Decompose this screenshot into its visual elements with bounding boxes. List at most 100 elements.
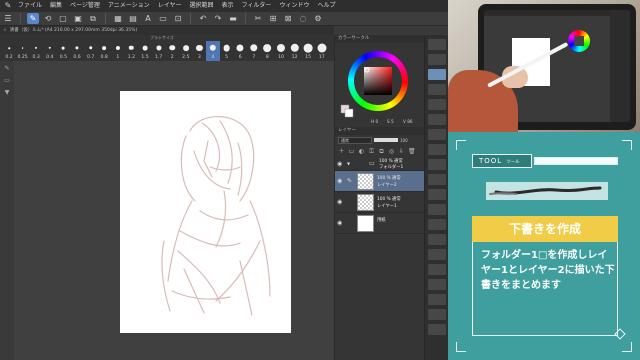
menu-window[interactable]: ウィンドウ (275, 0, 313, 12)
palette-tab[interactable] (428, 84, 446, 95)
menu-icon[interactable]: ☰ (2, 13, 14, 24)
brush-size-option[interactable]: 0.8 (97, 41, 111, 61)
palette-tab[interactable] (428, 204, 446, 215)
copy-icon[interactable]: ⧉ (87, 13, 99, 24)
brush-size-option[interactable]: 8 (260, 41, 274, 61)
redo-icon[interactable]: ↷ (212, 13, 224, 24)
paste-icon[interactable]: ⊞ (267, 13, 279, 24)
folder-expand-icon[interactable]: ▾ (347, 160, 350, 167)
brush-size-option[interactable]: 10 (274, 41, 288, 61)
palette-tab[interactable] (428, 309, 446, 320)
menu-file[interactable]: ファイル (14, 0, 46, 12)
image-icon[interactable]: ▤ (127, 13, 139, 24)
palette-tab[interactable] (428, 99, 446, 110)
layer-icon[interactable]: ▦ (112, 13, 124, 24)
brush-size-option[interactable]: 2 (165, 41, 179, 61)
trash-icon[interactable]: 🗑 (408, 148, 416, 155)
text-icon[interactable]: A (142, 13, 154, 24)
fill-icon[interactable]: ▼ (2, 89, 12, 97)
menu-filter[interactable]: フィルター (238, 0, 276, 12)
brush-size-option[interactable]: 0.2 (2, 41, 16, 61)
brush-size-option[interactable]: 0.5 (56, 41, 70, 61)
opacity-slider[interactable] (374, 138, 398, 142)
undo-icon[interactable]: ↶ (197, 13, 209, 24)
crop-icon[interactable]: ⊠ (282, 13, 294, 24)
pen-tool-icon[interactable]: ✎ (27, 13, 39, 24)
palette-tab[interactable] (428, 324, 446, 335)
ruler-icon[interactable]: ⊡ (172, 13, 184, 24)
menu-help[interactable]: ヘルプ (313, 0, 339, 12)
brush-size-option[interactable]: 0.7 (84, 41, 98, 61)
layer-row-layer2[interactable]: ◉ ✎ 100 % 通常 レイヤー2 (335, 171, 424, 192)
layer-row-layer1[interactable]: ◉ 100 % 通常 レイヤー1 (335, 192, 424, 213)
color-wheel[interactable] (335, 43, 425, 127)
merge-icon[interactable]: ⇩ (398, 148, 405, 155)
mask-icon[interactable]: ◐ (358, 148, 365, 155)
brush-size-option[interactable]: 17 (315, 41, 329, 61)
new-folder-icon[interactable]: ▭ (348, 148, 355, 155)
settings-icon[interactable]: ⚙ (312, 13, 324, 24)
cut-icon[interactable]: ✂ (252, 13, 264, 24)
visibility-eye-icon[interactable]: ◉ (337, 160, 342, 167)
reference-icon[interactable]: ◎ (388, 148, 395, 155)
layer-row-folder[interactable]: ◉ ▾ ▭ 100 % 通常 フォルダー1 (335, 157, 424, 171)
menu-view[interactable]: 表示 (218, 0, 238, 12)
palette-tab[interactable] (428, 129, 446, 140)
menu-page[interactable]: ページ管理 (66, 0, 104, 12)
brush-size-option[interactable]: 1.2 (124, 41, 138, 61)
brush-size-option[interactable]: 0.25 (16, 41, 30, 61)
document-tab[interactable]: × 清書（仮）ルム* (A4 210.00 x 297.00mm 350dpi 3… (0, 26, 334, 35)
menu-selection[interactable]: 選択範囲 (186, 0, 218, 12)
brush-size-option[interactable]: 7 (247, 41, 261, 61)
menu-animation[interactable]: アニメーション (104, 0, 154, 12)
palette-tab[interactable] (428, 174, 446, 185)
new-layer-icon[interactable]: ＋ (338, 148, 345, 155)
blend-mode-select[interactable]: 通常 (338, 136, 372, 144)
brush-size-option[interactable]: 5 (220, 41, 234, 61)
palette-tab[interactable] (428, 249, 446, 260)
palette-tab[interactable] (428, 54, 446, 65)
close-tab-icon[interactable]: × (3, 28, 7, 33)
brush-size-option[interactable]: 1.5 (138, 41, 152, 61)
eraser-icon[interactable]: ▭ (2, 77, 12, 85)
visibility-eye-icon[interactable]: ◉ (337, 220, 342, 227)
brush-size-option[interactable]: 1 (111, 41, 125, 61)
visibility-eye-icon[interactable]: ◉ (337, 178, 342, 185)
palette-tab[interactable] (428, 189, 446, 200)
clear-icon[interactable]: ▬ (227, 13, 239, 24)
brush-size-option[interactable]: 1.7 (152, 41, 166, 61)
lock-icon[interactable]: ⚿ (368, 148, 375, 155)
visibility-eye-icon[interactable]: ◉ (337, 199, 342, 206)
menu-edit[interactable]: 編集 (46, 0, 66, 12)
brush-size-option[interactable]: 4 (206, 41, 220, 61)
transform-icon[interactable]: ⟲ (42, 13, 54, 24)
brush-size-option[interactable]: 12 (288, 41, 302, 61)
palette-tab[interactable] (428, 234, 446, 245)
rotate-icon[interactable]: ◌ (297, 13, 309, 24)
layer-row-paper[interactable]: ◉ 用紙 (335, 213, 424, 234)
brush-size-option[interactable]: 2.5 (179, 41, 193, 61)
palette-tab[interactable] (428, 279, 446, 290)
pen-icon[interactable]: ✎ (2, 65, 12, 73)
brush-size-option[interactable]: 0.3 (29, 41, 43, 61)
palette-tab[interactable] (428, 144, 446, 155)
canvas-area[interactable] (14, 61, 334, 360)
brush-size-option[interactable]: 0.6 (70, 41, 84, 61)
palette-tab[interactable] (428, 264, 446, 275)
fill-icon[interactable]: ▣ (72, 13, 84, 24)
menu-layer[interactable]: レイヤー (154, 0, 186, 12)
palette-tab[interactable] (428, 39, 446, 50)
brush-size-option[interactable]: 3 (192, 41, 206, 61)
brush-size-option[interactable]: 0.4 (43, 41, 57, 61)
palette-tab[interactable] (428, 69, 446, 80)
palette-tab[interactable] (428, 294, 446, 305)
palette-tab[interactable] (428, 114, 446, 125)
palette-tab[interactable] (428, 219, 446, 230)
selection-icon[interactable]: ▢ (57, 13, 69, 24)
balloon-icon[interactable]: ▭ (157, 13, 169, 24)
brush-size-option[interactable]: 6 (233, 41, 247, 61)
app-logo-icon[interactable]: ✎ (2, 0, 14, 12)
palette-tab[interactable] (428, 159, 446, 170)
clip-icon[interactable]: ⧉ (378, 148, 385, 155)
canvas-paper[interactable] (120, 91, 291, 333)
